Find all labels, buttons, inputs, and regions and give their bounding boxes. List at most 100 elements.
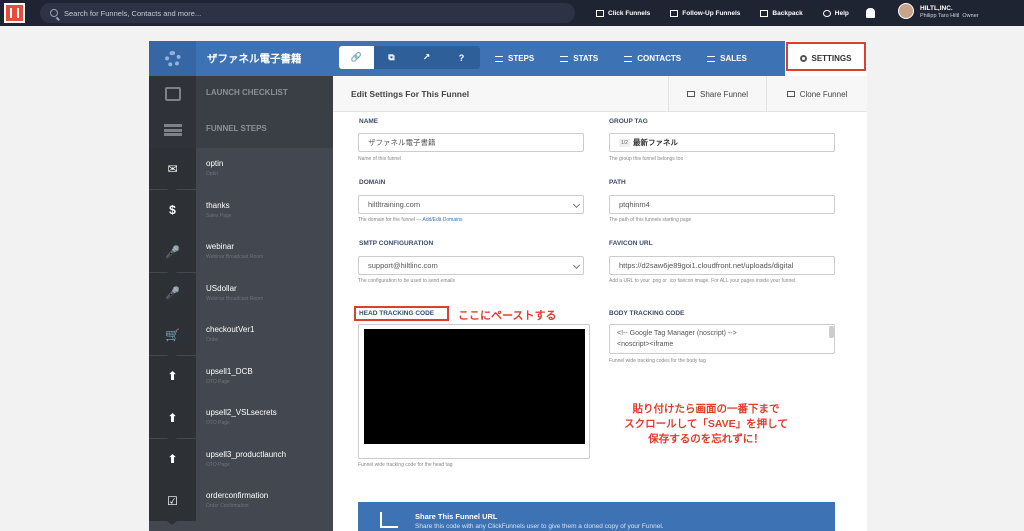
share-funnel-button[interactable]: Share Funnel: [668, 76, 766, 112]
help-icon: [822, 9, 831, 17]
name-help: Name of this funnel: [358, 156, 402, 162]
body-tracking-code: <!-- Google Tag Manager (noscript) --> <n…: [617, 330, 737, 348]
sidebar-step[interactable]: ⬆ upsell3_productlaunch OTO Page: [149, 438, 333, 484]
step-type-icon: 🎤: [149, 231, 196, 276]
step-name: orderconfirmation: [206, 491, 269, 500]
step-type-icon: 🛒: [149, 314, 196, 359]
step-name: upsell2_VSLsecrets: [206, 408, 277, 417]
money-icon: [707, 55, 716, 62]
step-type: Order: [206, 337, 219, 343]
name-label: NAME: [359, 118, 379, 125]
clone-icon: [786, 91, 795, 97]
smtp-label: SMTP CONFIGURATION: [359, 240, 434, 247]
head-tracking-help: Funnel wide tracking code for the head t…: [358, 462, 453, 468]
group-tag-label: GROUP TAG: [609, 118, 648, 125]
favicon-input[interactable]: https://d2saw6je89goi1.cloudfront.net/up…: [609, 256, 835, 275]
body-tracking-help: Funnel wide tracking codes for the body …: [609, 358, 706, 364]
step-type-icon: ⬆: [149, 355, 196, 401]
nav-follow-up-funnels[interactable]: Follow-Up Funnels: [670, 9, 740, 17]
sidebar-step[interactable]: 🎤 USdollar Webinar Broadcast Room: [149, 272, 333, 318]
backpack-icon: [760, 9, 769, 17]
nav-click-funnels[interactable]: Click Funnels: [596, 9, 650, 17]
company-name: HILTL,INC.: [920, 4, 953, 12]
step-name: USdollar: [206, 283, 237, 293]
textarea-scrollbar[interactable]: [829, 326, 834, 338]
funnel-sidebar: LAUNCH CHECKLIST FUNNEL STEPS ✉ optin Opti…: [149, 76, 333, 531]
smtp-select[interactable]: support@hiltlinc.com: [358, 256, 584, 275]
funnel-name: ザファネル電子書籍: [207, 53, 302, 65]
step-type: OTO Page: [206, 378, 230, 385]
copy-icon[interactable]: ⧉: [374, 46, 409, 69]
search-input[interactable]: Search for Funnels, Contacts and more...: [40, 3, 575, 23]
nav-help[interactable]: Help: [822, 9, 849, 17]
share-funnel-banner[interactable]: Share This Funnel URL Share this code wi…: [358, 502, 835, 531]
step-name: thanks: [206, 200, 230, 210]
settings-highlight-box: [786, 42, 866, 71]
funnel-gear-icon[interactable]: [149, 41, 196, 76]
sidebar-step[interactable]: ✉ optin Optin: [149, 148, 333, 193]
domain-select[interactable]: hiltltraining.com: [358, 195, 584, 214]
sidebar-step[interactable]: ⬆ upsell2_VSLsecrets OTO Page: [149, 397, 333, 442]
path-help: The path of this funnels starting page: [609, 217, 692, 223]
top-navigation: Search for Funnels, Contacts and more...…: [0, 0, 1024, 26]
users-icon: [624, 55, 633, 62]
notifications-bell-icon[interactable]: [866, 8, 875, 18]
step-type: Sales Page: [206, 212, 232, 219]
tab-steps[interactable]: STEPS: [495, 54, 534, 63]
path-input[interactable]: ptqhinm4: [609, 195, 835, 214]
group-tag-input[interactable]: 1/2 最新ファネル: [609, 133, 835, 152]
share-arrow-icon: [380, 512, 398, 528]
avatar: [898, 3, 914, 19]
sidebar-funnel-steps[interactable]: FUNNEL STEPS: [149, 112, 333, 148]
step-name: checkoutVer1: [206, 325, 255, 334]
step-type-icon: 🎤: [149, 272, 196, 318]
tab-sales[interactable]: SALES: [707, 54, 747, 63]
sidebar-step[interactable]: 🎤 webinar Webinar Broadcast Room: [149, 231, 333, 276]
external-link-icon[interactable]: ↗: [409, 46, 444, 69]
path-label: PATH: [609, 179, 626, 186]
checklist-icon: [164, 87, 181, 101]
sidebar-step[interactable]: $ thanks Sales Page: [149, 189, 333, 235]
step-name: optin: [206, 159, 224, 168]
body-tracking-label: BODY TRACKING CODE: [609, 310, 685, 317]
list-icon: [495, 55, 503, 62]
nav-backpack[interactable]: Backpack: [760, 9, 803, 17]
step-type: Order Confirmation: [206, 503, 249, 509]
tab-stats[interactable]: STATS: [560, 54, 598, 63]
funnel-header: ザファネル電子書籍 🔗 ⧉ ↗ ? STEPS STATS CONTACTS S…: [149, 41, 867, 76]
help-circle-icon[interactable]: ?: [444, 46, 479, 69]
sidebar-launch-checklist[interactable]: LAUNCH CHECKLIST: [149, 76, 333, 112]
link-icon[interactable]: 🔗: [339, 46, 374, 69]
clickfunnels-logo-icon[interactable]: [4, 3, 25, 23]
chevron-down-icon: [572, 200, 581, 209]
save-reminder-annotation: 貼り付けたら画面の一番下まで スクロールして「SAVE」を押して 保存するのを忘…: [624, 403, 788, 445]
step-type: OTO Page: [206, 461, 230, 468]
user-role: Owner: [962, 12, 979, 19]
user-name: Philipp Taro Hiltl: [920, 12, 960, 19]
user-menu[interactable]: HILTL,INC. Philipp Taro Hiltl Owner: [898, 3, 979, 19]
add-edit-domains-link[interactable]: Add/Edit Domains: [423, 217, 463, 223]
step-type-icon: ⬆: [149, 397, 196, 442]
search-icon: [50, 9, 58, 17]
smtp-help: The configuration to be used to send ema…: [358, 278, 456, 284]
sidebar-step[interactable]: 🛒 checkoutVer1 Order: [149, 314, 333, 359]
clone-funnel-button[interactable]: Clone Funnel: [766, 76, 867, 112]
sidebar-step[interactable]: ⬆ upsell1_DCB OTO Page: [149, 355, 333, 401]
favicon-help: Add a URL to your .png or .ico favicon i…: [609, 278, 797, 284]
step-type-icon: ☑: [149, 480, 196, 525]
step-type: Webinar Broadcast Room: [206, 254, 264, 260]
sidebar-step[interactable]: ☑ orderconfirmation Order Confirmation: [149, 480, 333, 525]
funnel-icon: [596, 9, 604, 17]
domain-label: DOMAIN: [359, 179, 386, 186]
step-name: upsell1_DCB: [206, 366, 253, 376]
group-tag-help: The group this funnel belongs too: [609, 156, 684, 162]
step-name: webinar: [206, 242, 235, 251]
step-type: Optin: [206, 171, 218, 177]
chevron-down-icon: [572, 261, 581, 270]
step-type-icon: $: [149, 189, 196, 235]
share-banner-title: Share This Funnel URL: [415, 512, 498, 521]
tab-contacts[interactable]: CONTACTS: [624, 54, 681, 63]
head-tracking-highlight-box: [354, 306, 449, 321]
step-type-icon: ⬆: [149, 438, 196, 484]
name-input[interactable]: ザファネル電子書籍: [358, 133, 584, 152]
